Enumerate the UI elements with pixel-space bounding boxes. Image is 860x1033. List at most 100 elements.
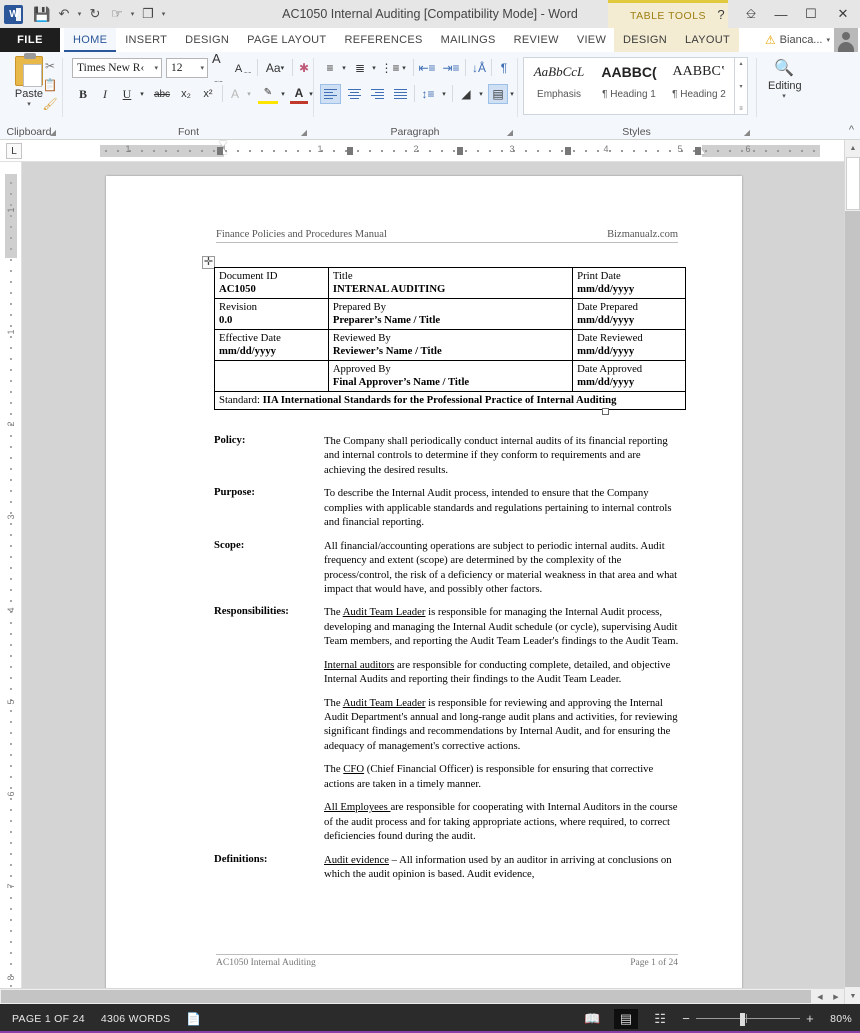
pilcrow-icon[interactable]: ¶	[495, 58, 513, 78]
zoom-track[interactable]	[696, 1012, 801, 1026]
document-section[interactable]: Responsibilities: The Audit Team Leader i…	[214, 605, 686, 843]
font-name-input[interactable]: Times New R‹ ▾	[72, 58, 162, 78]
numbering-icon[interactable]: ≣	[351, 58, 369, 78]
table-cell[interactable]: Effective Date mm/dd/yyyy	[214, 329, 329, 362]
tab-stop-selector[interactable]: L	[6, 143, 22, 159]
avatar[interactable]	[834, 28, 858, 52]
tab-table-design[interactable]: DESIGN	[614, 28, 676, 52]
section-text[interactable]: The Company shall periodically conduct i…	[324, 434, 679, 477]
tab-page-layout[interactable]: PAGE LAYOUT	[238, 28, 335, 52]
paragraph-dialog-launcher[interactable]: ◢	[507, 128, 513, 137]
table-cell[interactable]: Document ID AC1050	[214, 266, 329, 300]
bold-icon[interactable]: B	[74, 84, 92, 104]
styles-scroll-up-icon[interactable]: ▴	[739, 60, 742, 67]
line-spacing-caret-icon[interactable]: ▾	[439, 84, 449, 104]
word-app-icon[interactable]: W	[4, 4, 23, 24]
print-layout-icon[interactable]: ▤	[614, 1008, 639, 1029]
sort-icon[interactable]: ↓Å	[469, 58, 489, 78]
table-cell[interactable]	[214, 360, 329, 393]
underline-icon[interactable]: U	[118, 84, 136, 104]
repeat-icon[interactable]: ❐	[137, 3, 159, 25]
table-cell[interactable]: Date Prepared mm/dd/yyyy	[572, 298, 686, 331]
undo-dropdown-caret-icon[interactable]: ▾	[75, 10, 84, 18]
highlight-caret-icon[interactable]: ▾	[278, 84, 288, 104]
document-footer[interactable]: AC1050 Internal Auditing Page 1 of 24	[216, 954, 678, 968]
clipboard-dialog-launcher[interactable]: ◢	[50, 128, 56, 137]
tab-stop-marker[interactable]	[347, 147, 353, 155]
read-mode-icon[interactable]: 📖	[580, 1009, 604, 1029]
tab-view[interactable]: VIEW	[568, 28, 615, 52]
section-text[interactable]: All financial/accounting operations are …	[324, 539, 679, 597]
zoom-level[interactable]: 80%	[824, 1013, 852, 1025]
format-painter-icon[interactable]: 🖌	[40, 94, 60, 113]
table-cell[interactable]: Approved By Final Approver’s Name / Title	[327, 360, 574, 393]
scroll-left-icon[interactable]: ◀	[812, 989, 828, 1005]
tab-stop-marker[interactable]	[695, 147, 701, 155]
zoom-slider[interactable]: − +	[682, 1011, 814, 1026]
redo-icon[interactable]: ↻	[84, 3, 106, 25]
maximize-icon[interactable]: ☐	[796, 0, 826, 28]
font-size-caret-icon[interactable]: ▾	[200, 64, 204, 72]
shading-caret-icon[interactable]: ▾	[476, 84, 486, 104]
style-item-emphasis[interactable]: AaBbCcL Emphasis	[524, 58, 594, 114]
save-icon[interactable]: 💾	[31, 3, 53, 25]
document-section[interactable]: Policy: The Company shall periodically co…	[214, 434, 686, 477]
editing-button[interactable]: 🔍 Editing ▾	[768, 58, 802, 100]
text-effects-icon[interactable]: A	[226, 84, 244, 104]
tab-review[interactable]: REVIEW	[505, 28, 568, 52]
vertical-scrollbar[interactable]: ▲ ▼	[844, 140, 860, 1004]
vertical-ruler[interactable]: 1 1 2 3 4 5 6 7 8	[0, 162, 22, 1004]
tab-mailings[interactable]: MAILINGS	[432, 28, 505, 52]
table-cell[interactable]: Prepared By Preparer’s Name / Title	[327, 298, 574, 331]
numbering-caret-icon[interactable]: ▾	[369, 58, 379, 78]
touch-mode-icon[interactable]: ☞	[106, 3, 128, 25]
ribbon-display-options-icon[interactable]: ⎒	[736, 0, 766, 28]
horizontal-ruler[interactable]: L 11123456	[0, 140, 860, 162]
shrink-font-icon[interactable]: A﹎	[234, 58, 254, 78]
word-count[interactable]: 4306 WORDS	[101, 1013, 171, 1025]
horizontal-scrollbar[interactable]: ◀ ▶	[0, 988, 844, 1004]
table-row[interactable]: Revision 0.0 Prepared By Preparer’s Name / …	[214, 298, 686, 331]
font-dialog-launcher[interactable]: ◢	[301, 128, 307, 137]
table-row-standard[interactable]: Standard: IIA International Standards fo…	[214, 391, 686, 411]
tab-references[interactable]: REFERENCES	[335, 28, 431, 52]
minimize-icon[interactable]: —	[766, 0, 796, 28]
document-info-table[interactable]: Document ID AC1050 Title INTERNAL AUDITING P…	[214, 266, 686, 411]
page-indicator[interactable]: PAGE 1 OF 24	[12, 1013, 85, 1025]
document-canvas[interactable]: Finance Policies and Procedures Manual B…	[22, 162, 838, 1004]
table-cell[interactable]: Print Date mm/dd/yyyy	[572, 266, 686, 300]
table-cell[interactable]: Date Reviewed mm/dd/yyyy	[572, 329, 686, 362]
table-cell[interactable]: Title INTERNAL AUDITING	[327, 266, 574, 300]
document-section[interactable]: Purpose: To describe the Internal Audit p…	[214, 486, 686, 529]
web-layout-icon[interactable]: ☷	[648, 1009, 672, 1029]
warning-triangle-icon[interactable]: ⚠	[765, 33, 776, 47]
multilevel-caret-icon[interactable]: ▾	[399, 58, 409, 78]
touch-dropdown-caret-icon[interactable]: ▾	[128, 10, 137, 18]
superscript-icon[interactable]: x²	[198, 84, 218, 104]
vertical-scroll-thumb[interactable]	[846, 157, 860, 210]
section-text[interactable]: To describe the Internal Audit process, …	[324, 486, 679, 529]
tab-stop-marker[interactable]	[217, 147, 223, 155]
align-left-icon[interactable]	[320, 84, 341, 104]
document-header[interactable]: Finance Policies and Procedures Manual B…	[216, 229, 678, 243]
standard-cell[interactable]: Standard: IIA International Standards fo…	[214, 391, 686, 411]
styles-more-icon[interactable]: ≡	[739, 106, 743, 112]
document-section[interactable]: Definitions: Audit evidence – All informa…	[214, 853, 686, 882]
grow-font-icon[interactable]: A﹎	[212, 51, 232, 84]
tab-file[interactable]: FILE	[0, 28, 60, 52]
align-right-icon[interactable]	[367, 84, 388, 104]
close-icon[interactable]: ✕	[826, 0, 860, 28]
scroll-right-icon[interactable]: ▶	[828, 989, 844, 1005]
text-effects-caret-icon[interactable]: ▾	[244, 84, 254, 104]
change-case-icon[interactable]: Aa ▾	[262, 58, 288, 78]
styles-dialog-launcher[interactable]: ◢	[744, 128, 750, 137]
shading-icon[interactable]: ◢	[456, 84, 476, 104]
chevron-up-icon[interactable]: ^	[849, 124, 854, 136]
underline-caret-icon[interactable]: ▾	[137, 84, 147, 104]
zoom-out-icon[interactable]: −	[682, 1011, 690, 1026]
proofing-errors-icon[interactable]: 📄	[186, 1012, 201, 1026]
table-cell[interactable]: Revision 0.0	[214, 298, 329, 331]
justify-icon[interactable]	[390, 84, 411, 104]
table-cell[interactable]: Reviewed By Reviewer’s Name / Title	[327, 329, 574, 362]
bullets-caret-icon[interactable]: ▾	[339, 58, 349, 78]
